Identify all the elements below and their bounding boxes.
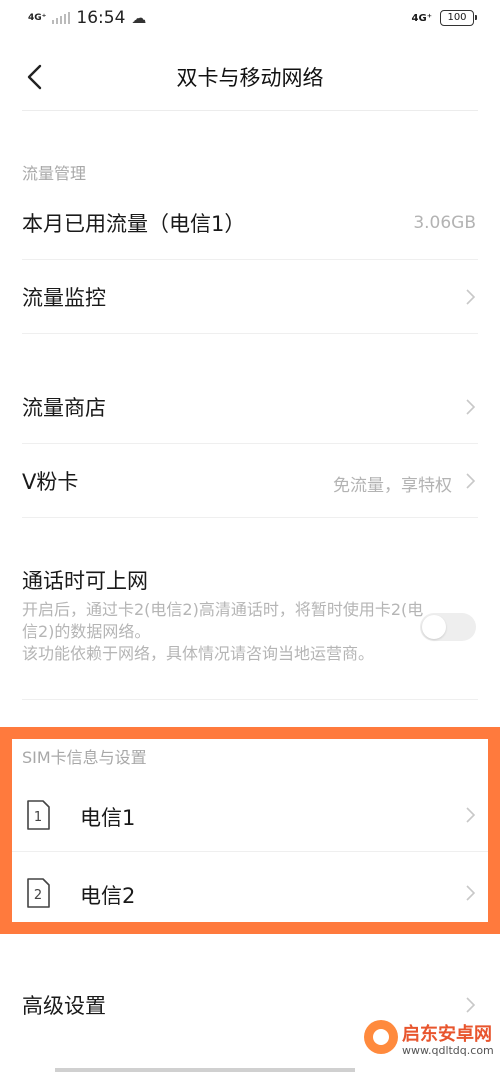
status-right: 4G⁺ 100: [411, 10, 477, 26]
status-time: 16:54: [76, 8, 126, 28]
call-data-label: 通话时可上网: [22, 569, 148, 593]
monthly-usage-label: 本月已用流量（电信1）: [22, 212, 246, 236]
divider: [12, 851, 488, 852]
battery-level: 100: [447, 12, 467, 23]
toggle-knob: [422, 615, 446, 639]
row-traffic-store[interactable]: 流量商店: [0, 370, 500, 442]
title-bar: 双卡与移动网络: [0, 40, 500, 112]
sim-card-icon: 2: [27, 878, 50, 908]
watermark-url: www.qdltdq.com: [402, 1044, 494, 1057]
chevron-right-icon: [466, 807, 476, 823]
status-left: 4G⁺ 16:54 ☁: [28, 8, 146, 28]
divider: [22, 333, 478, 334]
section-label-traffic: 流量管理: [22, 164, 87, 183]
row-sim-2[interactable]: 2 电信2: [0, 858, 500, 928]
traffic-monitor-label: 流量监控: [22, 286, 106, 310]
sim-1-number: 1: [34, 810, 42, 825]
call-data-description-1: 开启后，通过卡2(电信2)高清通话时，将暂时使用卡2(电信2)的数据网络。: [22, 600, 424, 641]
chevron-right-icon: [466, 473, 476, 489]
network-type-right: 4G⁺: [411, 12, 432, 24]
chevron-right-icon: [466, 399, 476, 415]
traffic-store-label: 流量商店: [22, 396, 106, 420]
row-sim-1[interactable]: 1 电信1: [0, 780, 500, 850]
section-label-sim: SIM卡信息与设置: [22, 748, 147, 767]
vcard-label: V粉卡: [22, 470, 79, 494]
divider: [22, 517, 478, 518]
divider: [22, 110, 478, 111]
sim-2-number: 2: [34, 888, 42, 903]
bottom-bar: [55, 1068, 355, 1072]
chevron-right-icon: [466, 885, 476, 901]
call-data-toggle[interactable]: [420, 613, 476, 641]
chevron-right-icon: [466, 289, 476, 305]
monthly-usage-value: 3.06GB: [413, 213, 476, 233]
watermark-title: 启东安卓网: [402, 1024, 492, 1045]
row-vcard[interactable]: V粉卡 免流量，享特权: [0, 444, 500, 516]
sim-1-name: 电信1: [80, 806, 136, 830]
advanced-settings-label: 高级设置: [22, 994, 106, 1018]
network-type: 4G⁺: [28, 12, 47, 23]
battery-icon: 100: [440, 10, 477, 26]
watermark: 启东安卓网 www.qdltdq.com: [364, 1006, 494, 1062]
call-data-description: 开启后，通过卡2(电信2)高清通话时，将暂时使用卡2(电信2)的数据网络。 该功…: [22, 599, 432, 665]
sim-2-name: 电信2: [80, 884, 136, 908]
row-monthly-usage[interactable]: 本月已用流量（电信1） 3.06GB: [0, 186, 500, 258]
call-data-description-2: 该功能依赖于网络，具体情况请咨询当地运营商。: [22, 644, 375, 663]
watermark-logo-icon: [364, 1020, 398, 1054]
status-bar: 4G⁺ 16:54 ☁ 4G⁺ 100: [0, 0, 500, 40]
row-traffic-monitor[interactable]: 流量监控: [0, 260, 500, 332]
vcard-value: 免流量，享特权: [333, 476, 452, 496]
row-call-data: 通话时可上网 开启后，通过卡2(电信2)高清通话时，将暂时使用卡2(电信2)的数…: [0, 555, 500, 700]
signal-icon: [52, 12, 71, 24]
divider: [22, 699, 478, 700]
cloud-icon: ☁: [131, 9, 147, 27]
page-title: 双卡与移动网络: [176, 66, 324, 90]
sim-card-icon: 1: [27, 800, 50, 830]
